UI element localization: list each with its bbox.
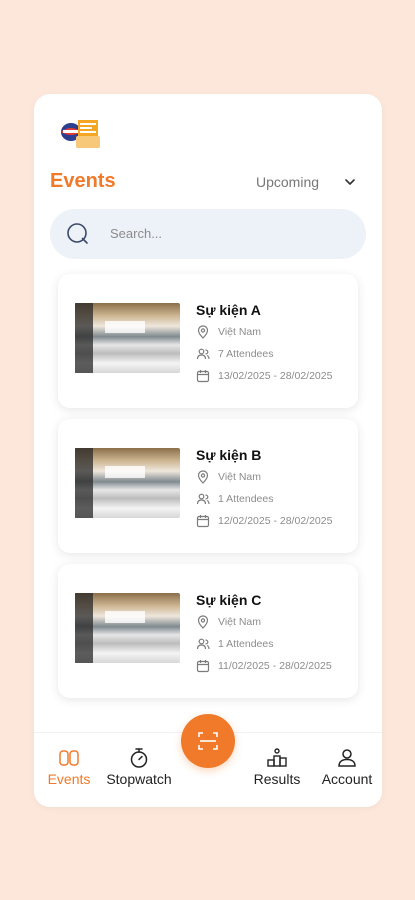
- event-thumbnail: [75, 593, 180, 663]
- users-icon: [196, 638, 210, 650]
- page-title: Events: [50, 170, 116, 192]
- search-placeholder: Search...: [110, 226, 163, 241]
- event-location-text: Việt Nam: [218, 471, 261, 483]
- chevron-down-icon: [345, 179, 355, 185]
- nav-events[interactable]: Events: [34, 739, 104, 799]
- event-name: Sự kiện C: [196, 592, 262, 608]
- nav-stopwatch[interactable]: Stopwatch: [102, 739, 176, 799]
- scan-button[interactable]: [181, 714, 235, 768]
- nav-stopwatch-label: Stopwatch: [106, 771, 172, 787]
- event-dates-text: 13/02/2025 - 28/02/2025: [218, 370, 333, 382]
- event-dates-text: 12/02/2025 - 28/02/2025: [218, 515, 333, 527]
- event-location: Việt Nam: [196, 470, 261, 484]
- calendar-icon: [196, 660, 210, 673]
- event-thumbnail: [75, 448, 180, 518]
- event-name: Sự kiện A: [196, 302, 261, 318]
- event-attendees: 1 Attendees: [196, 492, 273, 506]
- location-pin-icon: [197, 615, 209, 629]
- event-dates: 11/02/2025 - 28/02/2025: [196, 659, 332, 673]
- event-dates: 13/02/2025 - 28/02/2025: [196, 369, 332, 383]
- calendar-icon: [196, 515, 210, 528]
- calendar-icon: [196, 370, 210, 383]
- nav-account[interactable]: Account: [312, 739, 382, 799]
- event-location: Việt Nam: [196, 325, 261, 339]
- location-pin-icon: [197, 325, 209, 339]
- event-card[interactable]: Sự kiện B Việt Nam 1 Attendees 12/02/202…: [58, 419, 358, 553]
- event-name: Sự kiện B: [196, 447, 262, 463]
- event-attendees-text: 1 Attendees: [218, 638, 274, 650]
- event-list: Sự kiện A Việt Nam 7 Attendees 13/02/202…: [58, 274, 358, 709]
- status-filter-dropdown[interactable]: Upcoming: [256, 174, 355, 190]
- event-location: Việt Nam: [196, 615, 261, 629]
- events-icon: [59, 750, 79, 766]
- event-attendees: 1 Attendees: [196, 637, 273, 651]
- app-logo: [61, 120, 100, 148]
- filter-value: Upcoming: [256, 174, 320, 190]
- event-thumbnail: [75, 303, 180, 373]
- event-location-text: Việt Nam: [218, 616, 261, 628]
- users-icon: [196, 348, 210, 360]
- account-icon: [338, 749, 356, 767]
- location-pin-icon: [197, 470, 209, 484]
- event-attendees: 7 Attendees: [196, 347, 273, 361]
- nav-results[interactable]: Results: [242, 739, 312, 799]
- event-attendees-text: 7 Attendees: [218, 348, 274, 360]
- stopwatch-icon: [130, 748, 148, 768]
- app-card: Events Upcoming Search... Sự kiện A Việt…: [34, 94, 382, 807]
- bottom-nav: Events Stopwatch Results Account: [34, 714, 382, 807]
- users-icon: [196, 493, 210, 505]
- event-location-text: Việt Nam: [218, 326, 261, 338]
- event-card[interactable]: Sự kiện C Việt Nam 1 Attendees 11/02/202…: [58, 564, 358, 698]
- nav-account-label: Account: [321, 771, 373, 787]
- search-icon: [67, 223, 88, 244]
- results-icon: [267, 748, 287, 767]
- event-card[interactable]: Sự kiện A Việt Nam 7 Attendees 13/02/202…: [58, 274, 358, 408]
- nav-results-label: Results: [253, 771, 301, 787]
- event-dates: 12/02/2025 - 28/02/2025: [196, 514, 332, 528]
- event-dates-text: 11/02/2025 - 28/02/2025: [218, 660, 332, 672]
- event-attendees-text: 1 Attendees: [218, 493, 274, 505]
- scan-icon: [198, 732, 218, 750]
- search-input[interactable]: Search...: [50, 209, 366, 259]
- nav-events-label: Events: [47, 771, 91, 787]
